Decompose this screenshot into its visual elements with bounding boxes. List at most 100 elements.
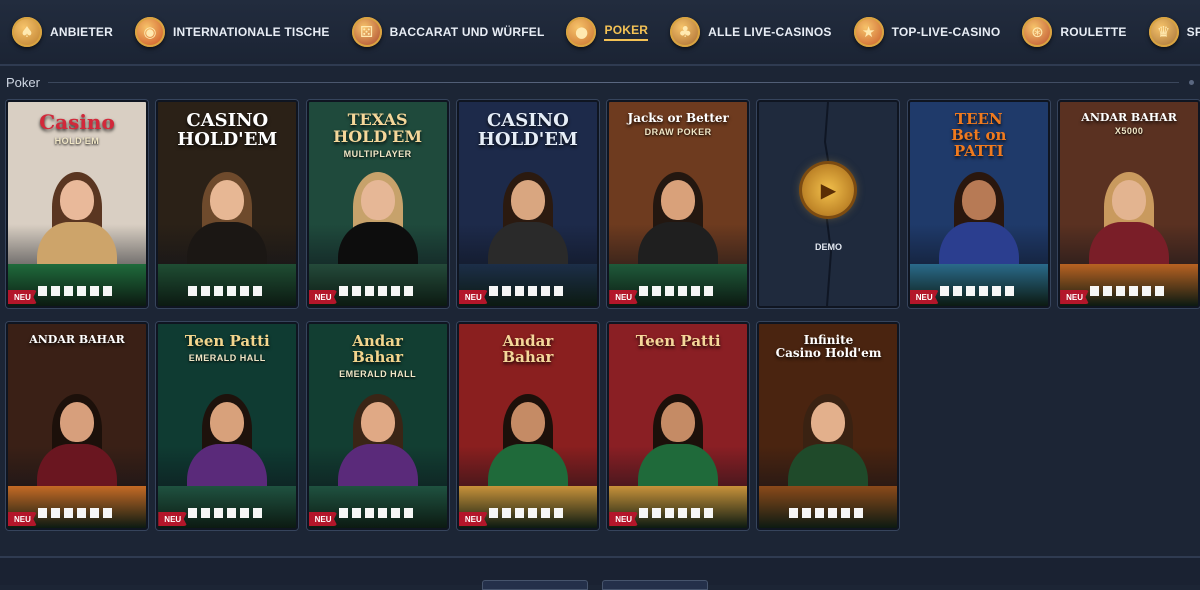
game-tile[interactable]: Andar Bahar NEU [456,322,599,530]
nav-item-internationale-tische[interactable]: ◉ INTERNATIONALE TISCHE [123,0,340,64]
cards-row [38,286,116,296]
new-badge: NEU [8,512,37,526]
dealer-head [510,402,545,442]
cards-row [939,286,1018,296]
new-badge: NEU [1060,290,1089,304]
game-subtitle: DRAW POKER [644,127,712,138]
table-felt [158,264,297,306]
game-artwork [8,324,146,528]
cards-row [188,508,267,518]
dealer-head [60,180,94,220]
nav-item-label: SPIELSHOWS [1186,25,1200,39]
game-subtitle: HOLD'EM [54,136,100,146]
nav-item-label: ROULETTE [1060,25,1127,39]
cards-row [188,286,267,296]
game-tile[interactable]: Teen Patti NEU [607,322,750,530]
game-tile[interactable]: Teen Patti EMERALD HALL NEU [156,322,299,530]
dealer-head [961,180,996,220]
game-show-icon: ♛ [1148,17,1179,47]
new-badge: NEU [8,290,37,304]
section-title: Poker [6,74,40,90]
game-tile[interactable]: TEXAS HOLD'EM MULTIPLAYER NEU [306,100,449,308]
nav-item-anbieter[interactable]: ♠ ANBIETER [0,0,123,64]
nav-item-label: POKER [604,23,649,41]
game-title: ANDAR BAHAR [29,333,125,346]
cards-row [639,286,718,296]
new-badge: NEU [458,290,488,304]
new-badge: NEU [609,512,639,526]
game-tile[interactable]: CASINO HOLD'EM [156,100,299,308]
new-badge: NEU [308,290,338,304]
game-title: TEEN Bet on PATTI [951,110,1007,160]
new-badge: NEU [609,290,639,304]
game-title: Teen Patti [184,332,270,350]
dice-icon: ⚄ [351,17,382,47]
game-title: Casino [39,110,115,134]
game-title: TEXAS HOLD'EM [333,110,423,146]
section-header: Poker [0,70,1200,94]
game-tile[interactable]: Jacks or Better DRAW POKER NEU [607,100,750,308]
new-badge: NEU [158,512,188,526]
play-icon[interactable]: ▶ [802,164,855,216]
nav-item-label: ANBIETER [50,25,113,39]
cards-row [639,508,718,518]
pager-next-button[interactable] [602,580,708,590]
cards-row [338,286,417,296]
game-tile[interactable]: CASINO HOLD'EM NEU [456,100,599,308]
section-divider [47,81,1179,83]
dealer-head [661,180,696,220]
globe-icon: ◉ [134,17,165,47]
nav-item-poker[interactable]: ● POKER [554,0,658,64]
cards-row [338,508,417,518]
game-artwork [609,324,748,528]
game-title: ANDAR BAHAR [1081,111,1177,124]
dealer-head [360,180,395,220]
table-felt [759,486,898,528]
dealer-head [210,402,245,442]
new-badge: NEU [458,512,488,526]
game-title: Teen Patti [635,332,721,350]
game-title: Andar Bahar [352,332,404,366]
game-title: CASINO HOLD'EM [177,110,278,150]
game-subtitle: X5000 [1114,126,1144,137]
live-casino-icon: ♣ [670,17,701,47]
game-tile[interactable]: Infinite Casino Hold'em [757,322,900,530]
game-tile[interactable]: ANDAR BAHAR NEU [6,322,148,530]
game-title: Andar Bahar [502,332,554,366]
demo-label: DEMO [814,242,842,252]
game-tile[interactable]: ANDAR BAHAR X5000 NEU [1058,100,1200,308]
dealer-head [360,402,395,442]
nav-item-spielshows[interactable]: ♛ SPIELSHOWS [1137,0,1200,64]
nav-item-baccarat-und-würfel[interactable]: ⚄ BACCARAT UND WÜRFEL [340,0,555,64]
poker-chips-icon: ● [566,17,597,47]
nav-item-label: ALLE LIVE-CASINOS [708,25,832,39]
providers-icon: ♠ [12,17,42,47]
nav-item-top-live-casino[interactable]: ★ TOP-LIVE-CASINO [842,0,1011,64]
roulette-icon: ⊛ [1022,17,1053,47]
nav-item-label: BACCARAT UND WÜRFEL [389,25,545,39]
section-divider-dot [1189,79,1194,85]
dealer-head [60,402,94,442]
game-subtitle: EMERALD HALL [188,352,266,363]
game-tile[interactable]: ▶ DEMO [757,100,900,308]
cards-row [789,508,868,518]
new-badge: NEU [308,512,338,526]
cards-row [488,286,567,296]
game-title: Infinite Casino Hold'em [775,333,882,360]
game-grid: Casino HOLD'EM NEU CASINO HOLD'EM TEXAS HOLD… [6,100,1200,530]
nav-item-label: INTERNATIONALE TISCHE [172,25,330,39]
dealer-head [661,402,696,442]
nav-item-roulette[interactable]: ⊛ ROULETTE [1010,0,1136,64]
game-tile[interactable]: TEEN Bet on PATTI NEU [907,100,1050,308]
dealer-head [1112,180,1147,220]
cards-row [38,508,116,518]
game-title: CASINO HOLD'EM [477,110,578,150]
game-tile[interactable]: Casino HOLD'EM NEU [6,100,148,308]
top-casino-icon: ★ [853,17,884,47]
nav-item-alle-live-casinos[interactable]: ♣ ALLE LIVE-CASINOS [658,0,841,64]
cards-row [1090,286,1169,296]
game-tile[interactable]: Andar Bahar EMERALD HALL NEU [306,322,449,530]
game-title: Jacks or Better [627,111,729,125]
nav-item-label: TOP-LIVE-CASINO [891,25,1001,39]
pager-prev-button[interactable] [482,580,588,590]
